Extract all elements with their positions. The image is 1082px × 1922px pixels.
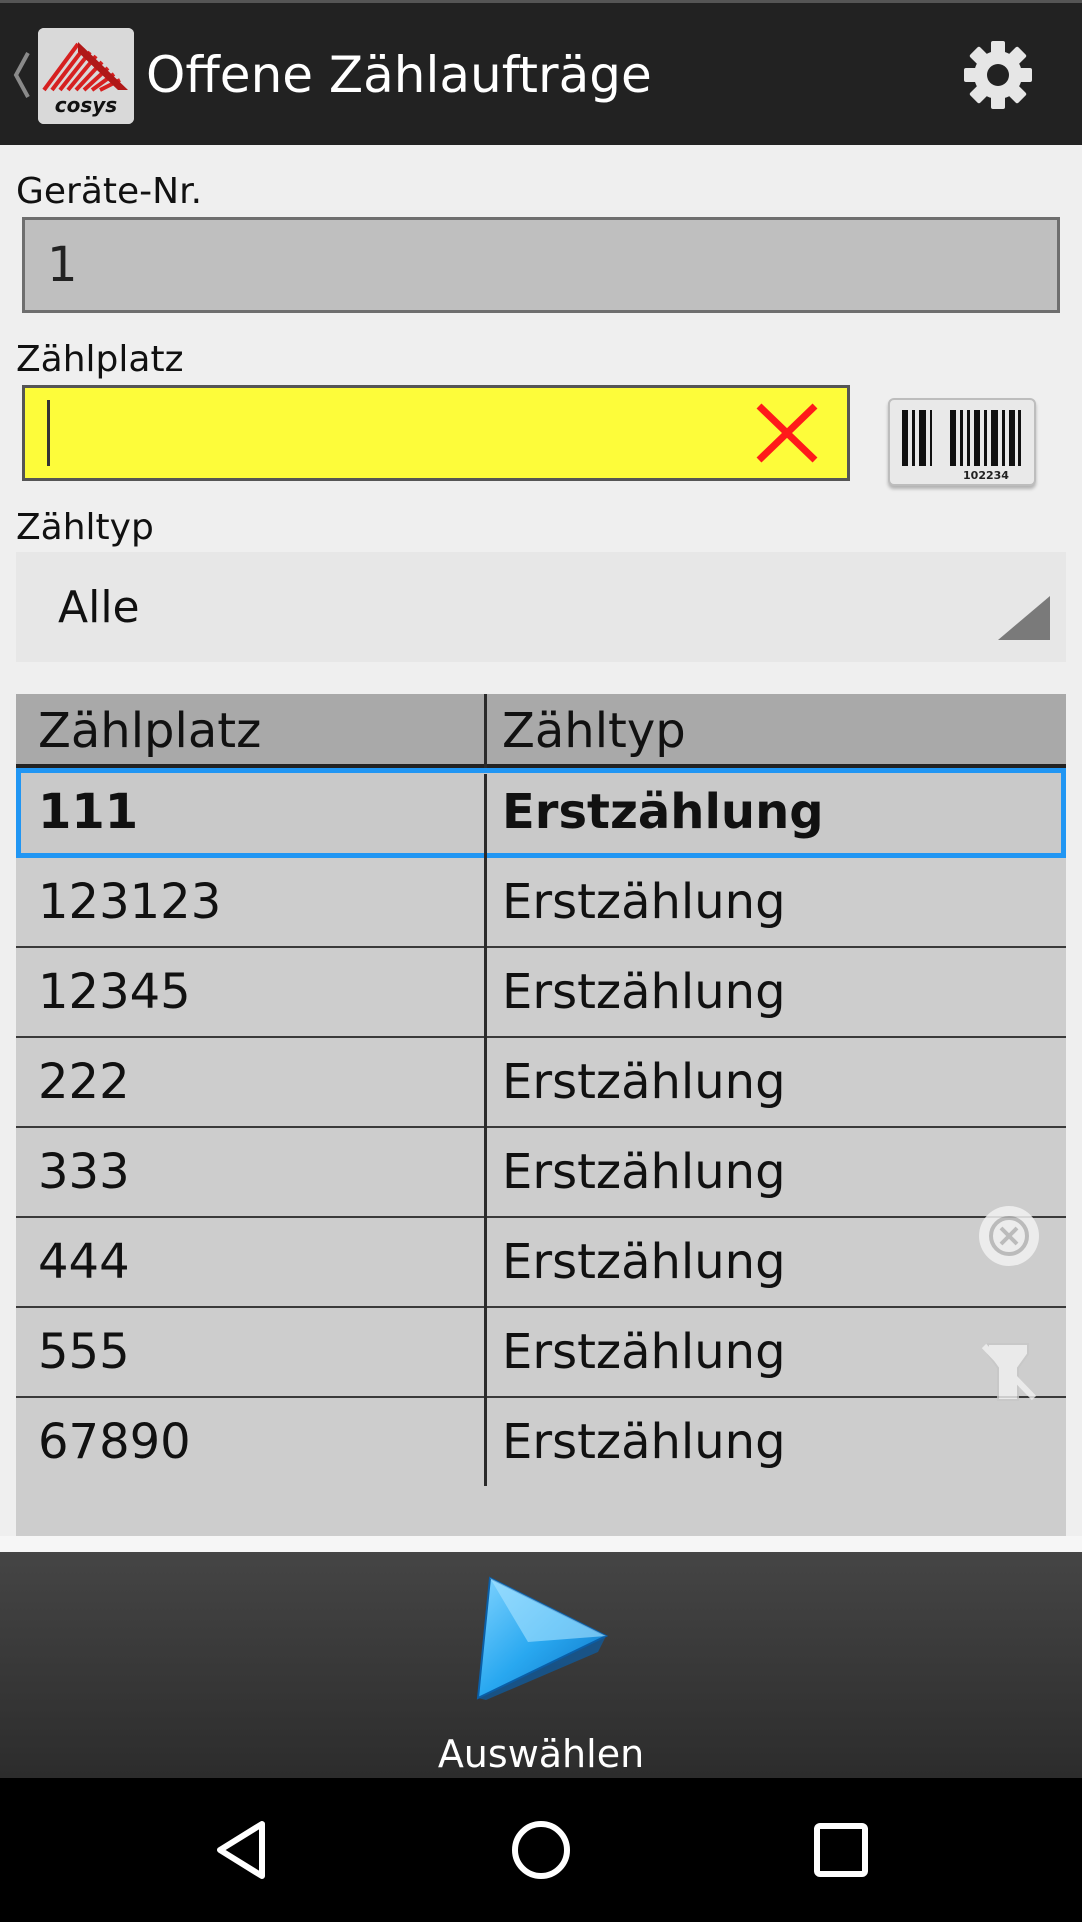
cell-zaehltyp: Erstzählung <box>502 964 786 1020</box>
cell-zaehltyp: Erstzählung <box>502 1234 786 1290</box>
dropdown-arrow-icon <box>998 596 1050 640</box>
barcode-icon: 102234 <box>902 410 1021 482</box>
cell-zaehlplatz: 12345 <box>38 964 191 1020</box>
zaehltyp-select[interactable]: Alle <box>16 552 1066 662</box>
table-row[interactable]: 67890 Erstzählung <box>16 1398 1066 1488</box>
geraete-nr-label: Geräte-Nr. <box>16 171 203 212</box>
table-row[interactable]: 333 Erstzählung <box>16 1128 1066 1218</box>
gear-icon[interactable] <box>962 39 1034 111</box>
column-divider <box>484 774 487 1486</box>
table-header: Zählplatz Zähltyp <box>16 694 1066 768</box>
cell-zaehlplatz: 111 <box>38 784 139 840</box>
cell-zaehltyp: Erstzählung <box>502 1324 786 1380</box>
page-title: Offene Zählaufträge <box>146 46 652 104</box>
zaehltyp-label: Zähltyp <box>16 507 154 548</box>
zaehltyp-selected-value: Alle <box>58 582 140 633</box>
cell-zaehlplatz: 67890 <box>38 1414 191 1470</box>
zaehlplatz-input[interactable] <box>22 385 850 481</box>
recents-square-icon[interactable] <box>805 1814 877 1886</box>
close-circle-icon <box>989 1216 1029 1256</box>
table-bottom-spacer <box>0 1536 1082 1552</box>
home-circle-icon[interactable] <box>505 1814 577 1886</box>
table-row[interactable]: 123123 Erstzählung <box>16 858 1066 948</box>
cell-zaehltyp: Erstzählung <box>502 784 824 840</box>
system-navigation-bar <box>0 1778 1082 1922</box>
action-bar: cosys Offene Zählaufträge <box>0 0 1082 145</box>
play-icon <box>476 1576 609 1700</box>
cell-zaehltyp: Erstzählung <box>502 874 786 930</box>
svg-text:102234: 102234 <box>963 469 1009 482</box>
zaehlauftraege-table: Zählplatz Zähltyp 111 Erstzählung 123123… <box>16 694 1066 1536</box>
table-row-selected[interactable]: 111 Erstzählung <box>16 768 1066 858</box>
table-row[interactable]: 555 Erstzählung <box>16 1308 1066 1398</box>
column-divider <box>484 694 487 768</box>
cell-zaehlplatz: 555 <box>38 1324 130 1380</box>
auswaehlen-label: Auswählen <box>437 1732 645 1776</box>
cell-zaehltyp: Erstzählung <box>502 1144 786 1200</box>
back-triangle-icon[interactable] <box>206 1814 278 1886</box>
geraete-nr-field[interactable]: 1 <box>22 217 1060 313</box>
cell-zaehlplatz: 333 <box>38 1144 130 1200</box>
cosys-logo-icon: cosys <box>38 28 134 124</box>
auswaehlen-button[interactable]: Auswählen <box>420 1564 662 1776</box>
cell-zaehlplatz: 444 <box>38 1234 130 1290</box>
table-row[interactable]: 444 Erstzählung <box>16 1218 1066 1308</box>
cell-zaehltyp: Erstzählung <box>502 1054 786 1110</box>
app-logo[interactable]: cosys <box>38 28 134 124</box>
column-header-zaehltyp[interactable]: Zähltyp <box>502 702 686 760</box>
barcode-scan-button[interactable]: 102234 <box>888 398 1036 486</box>
bottom-action-bar: Auswählen <box>0 1552 1082 1778</box>
close-icon[interactable] <box>751 400 823 466</box>
column-header-zaehlplatz[interactable]: Zählplatz <box>38 702 261 760</box>
cell-zaehltyp: Erstzählung <box>502 1414 786 1470</box>
cell-zaehlplatz: 222 <box>38 1054 130 1110</box>
svg-text:cosys: cosys <box>55 93 118 117</box>
up-caret-icon[interactable] <box>10 45 34 105</box>
flashlight-off-icon[interactable] <box>978 1340 1038 1404</box>
table-row[interactable]: 12345 Erstzählung <box>16 948 1066 1038</box>
zaehlplatz-label: Zählplatz <box>16 339 184 380</box>
table-row[interactable]: 222 Erstzählung <box>16 1038 1066 1128</box>
cell-zaehlplatz: 123123 <box>38 874 222 930</box>
text-cursor <box>47 400 50 466</box>
overlay-close-button[interactable] <box>979 1206 1039 1266</box>
